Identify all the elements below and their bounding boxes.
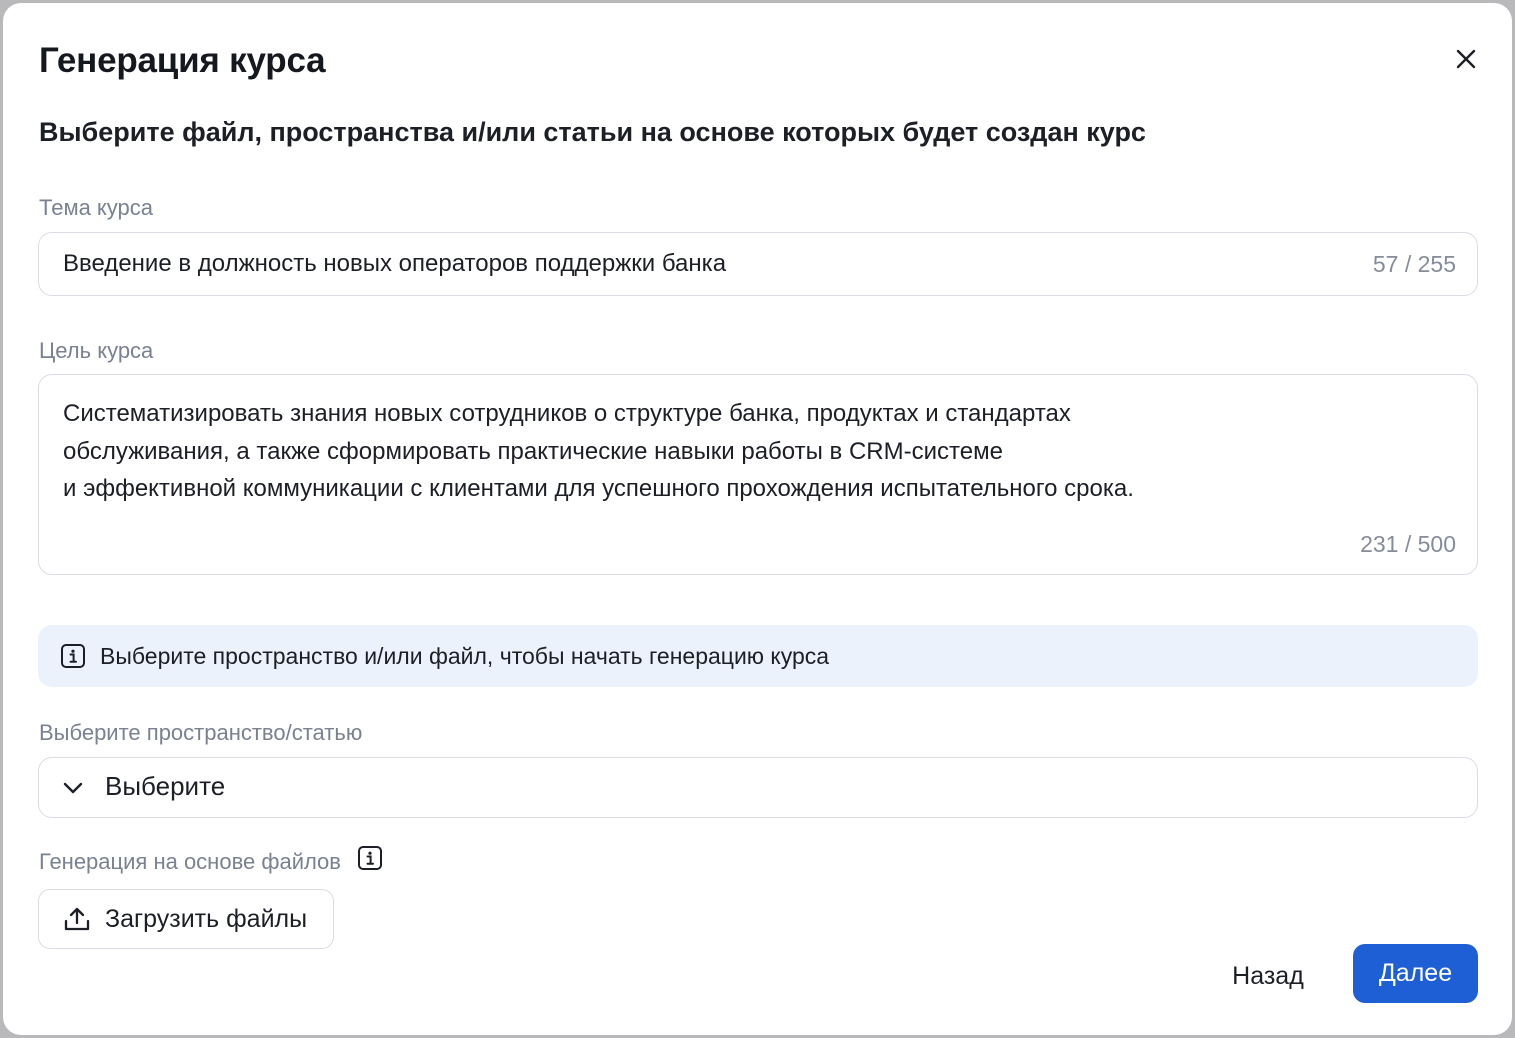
goal-text-line: Систематизировать знания новых сотрудник… (63, 400, 1071, 427)
space-select-value: Выберите (105, 771, 226, 801)
back-button[interactable]: Назад (1213, 947, 1323, 1005)
goal-textarea[interactable]: Систематизировать знания новых сотрудник… (38, 374, 1478, 575)
goal-text-line: и эффективной коммуникации с клиентами д… (63, 475, 1134, 502)
space-select-dropdown[interactable]: Выберите (38, 757, 1478, 818)
files-label: Генерация на основе файлов (39, 846, 383, 877)
files-info-icon[interactable] (357, 845, 383, 877)
info-icon (358, 846, 383, 871)
chevron-down-icon (63, 782, 83, 794)
space-select-label: Выберите пространство/статью (39, 720, 363, 745)
next-button[interactable]: Далее (1353, 944, 1478, 1003)
info-banner: Выберите пространство и/или файл, чтобы … (38, 625, 1478, 687)
info-icon (61, 644, 85, 668)
dialog-subtitle: Выберите файл, пространства и/или статьи… (39, 117, 1146, 147)
upload-icon (64, 907, 90, 931)
dialog-title: Генерация курса (39, 41, 326, 80)
close-button[interactable] (1450, 43, 1482, 75)
upload-files-button[interactable]: Загрузить файлы (38, 889, 334, 949)
files-label-text: Генерация на основе файлов (39, 849, 341, 874)
close-icon (1456, 49, 1476, 69)
goal-text-line: обслуживания, а также сформировать практ… (63, 437, 1003, 465)
goal-label: Цель курса (39, 338, 154, 363)
topic-counter: 57 / 255 (1372, 251, 1456, 277)
topic-input[interactable]: Введение в должность новых операторов по… (38, 232, 1478, 296)
course-generation-dialog: Генерация курса Выберите файл, пространс… (3, 3, 1512, 1035)
upload-files-label: Загрузить файлы (105, 904, 308, 933)
info-banner-text: Выберите пространство и/или файл, чтобы … (100, 642, 830, 669)
goal-counter: 231 / 500 (1360, 531, 1456, 557)
topic-label: Тема курса (39, 195, 154, 220)
goal-text[interactable]: Систематизировать знания новых сотрудник… (63, 395, 1263, 508)
topic-value[interactable]: Введение в должность новых операторов по… (63, 250, 726, 278)
